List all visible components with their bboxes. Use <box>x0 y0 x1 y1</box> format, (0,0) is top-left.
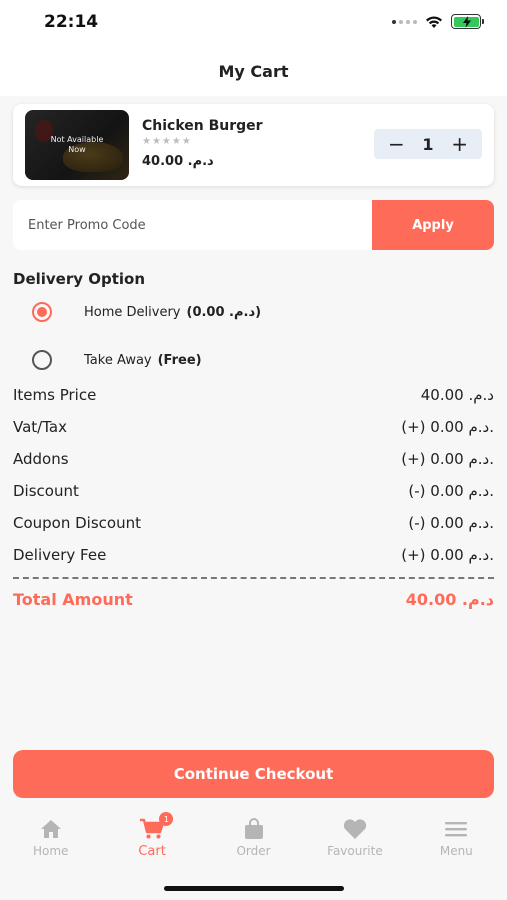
summary-label: Delivery Fee <box>13 546 107 564</box>
summary-value: (-) 0.00 د.م. <box>408 482 494 500</box>
nav-item-cart[interactable]: 1 Cart <box>101 812 202 872</box>
delivery-option-label: Home Delivery <box>84 304 181 320</box>
minus-icon[interactable]: − <box>388 134 405 154</box>
delivery-option-fee: (د.م. 0.00) <box>186 304 262 320</box>
wifi-icon <box>426 16 442 28</box>
cart-item-card: Not Available Now Chicken Burger ★★★★★ د… <box>13 104 494 186</box>
delivery-option-fee: (Free) <box>157 352 202 368</box>
delivery-option-takeaway[interactable]: Take Away (Free) <box>32 350 202 370</box>
nav-label: Cart <box>138 844 166 859</box>
nav-label: Order <box>236 844 271 858</box>
summary-value: (+) 0.00 د.م. <box>401 418 494 436</box>
heart-icon <box>343 819 367 839</box>
nav-label: Home <box>32 844 69 858</box>
delivery-option-label: Take Away <box>84 352 152 368</box>
total-amount-row: Total Amount د.م. 40.00 <box>13 590 494 609</box>
nav-item-favourite[interactable]: Favourite <box>304 812 405 872</box>
quantity-value: 1 <box>422 134 434 154</box>
nav-label: Menu <box>439 844 473 858</box>
quantity-stepper: − 1 + <box>374 129 482 159</box>
status-icons <box>392 14 484 29</box>
bottom-nav: Home 1 Cart Order Favourite Menu <box>0 812 507 872</box>
summary-row-items-price: Items Price د.م. 40.00 <box>13 386 494 404</box>
summary-row-vat: Vat/Tax (+) 0.00 د.م. <box>13 418 494 436</box>
availability-overlay: Not Available Now <box>25 110 129 180</box>
summary-label: Addons <box>13 450 69 468</box>
promo-section: Apply <box>13 200 494 250</box>
summary-value: د.م. 40.00 <box>420 386 494 404</box>
summary-row-discount: Discount (-) 0.00 د.م. <box>13 482 494 500</box>
item-price: د.م. 40.00 <box>142 154 214 169</box>
home-indicator <box>164 886 344 891</box>
nav-item-home[interactable]: Home <box>0 812 101 872</box>
promo-code-input[interactable] <box>13 200 372 250</box>
availability-text: Not Available Now <box>50 135 104 154</box>
menu-icon <box>445 822 468 837</box>
total-value: د.م. 40.00 <box>405 590 494 609</box>
radio-selected-icon[interactable] <box>32 302 52 322</box>
rating-stars-icon: ★★★★★ <box>142 136 192 147</box>
summary-label: Vat/Tax <box>13 418 67 436</box>
battery-icon <box>451 14 484 29</box>
page-title: My Cart <box>218 61 289 81</box>
radio-unselected-icon[interactable] <box>32 350 52 370</box>
summary-row-addons: Addons (+) 0.00 د.م. <box>13 450 494 468</box>
summary-value: (+) 0.00 د.م. <box>401 450 494 468</box>
cart-badge: 1 <box>159 812 174 826</box>
summary-value: (-) 0.00 د.م. <box>408 514 494 532</box>
delivery-option-title: Delivery Option <box>13 270 146 288</box>
summary-label: Discount <box>13 482 79 500</box>
summary-row-delivery-fee: Delivery Fee (+) 0.00 د.م. <box>13 546 494 564</box>
nav-item-menu[interactable]: Menu <box>406 812 507 872</box>
status-time: 22:14 <box>44 12 99 32</box>
bag-icon <box>244 818 263 839</box>
nav-label: Favourite <box>327 844 383 858</box>
summary-row-coupon-discount: Coupon Discount (-) 0.00 د.م. <box>13 514 494 532</box>
status-bar: 22:14 <box>0 0 507 46</box>
signal-icon <box>392 19 417 24</box>
apply-button[interactable]: Apply <box>372 200 494 250</box>
nav-item-order[interactable]: Order <box>203 812 304 872</box>
divider <box>13 577 494 579</box>
home-icon <box>40 820 61 838</box>
header: My Cart <box>0 46 507 96</box>
continue-checkout-button[interactable]: Continue Checkout <box>13 750 494 798</box>
summary-label: Coupon Discount <box>13 514 141 532</box>
summary-value: (+) 0.00 د.م. <box>401 546 494 564</box>
item-name: Chicken Burger <box>142 118 263 134</box>
delivery-option-home[interactable]: Home Delivery (د.م. 0.00) <box>32 302 261 322</box>
product-image: Not Available Now <box>25 110 129 180</box>
summary-label: Items Price <box>13 386 97 404</box>
plus-icon[interactable]: + <box>451 134 468 154</box>
total-label: Total Amount <box>13 590 133 609</box>
